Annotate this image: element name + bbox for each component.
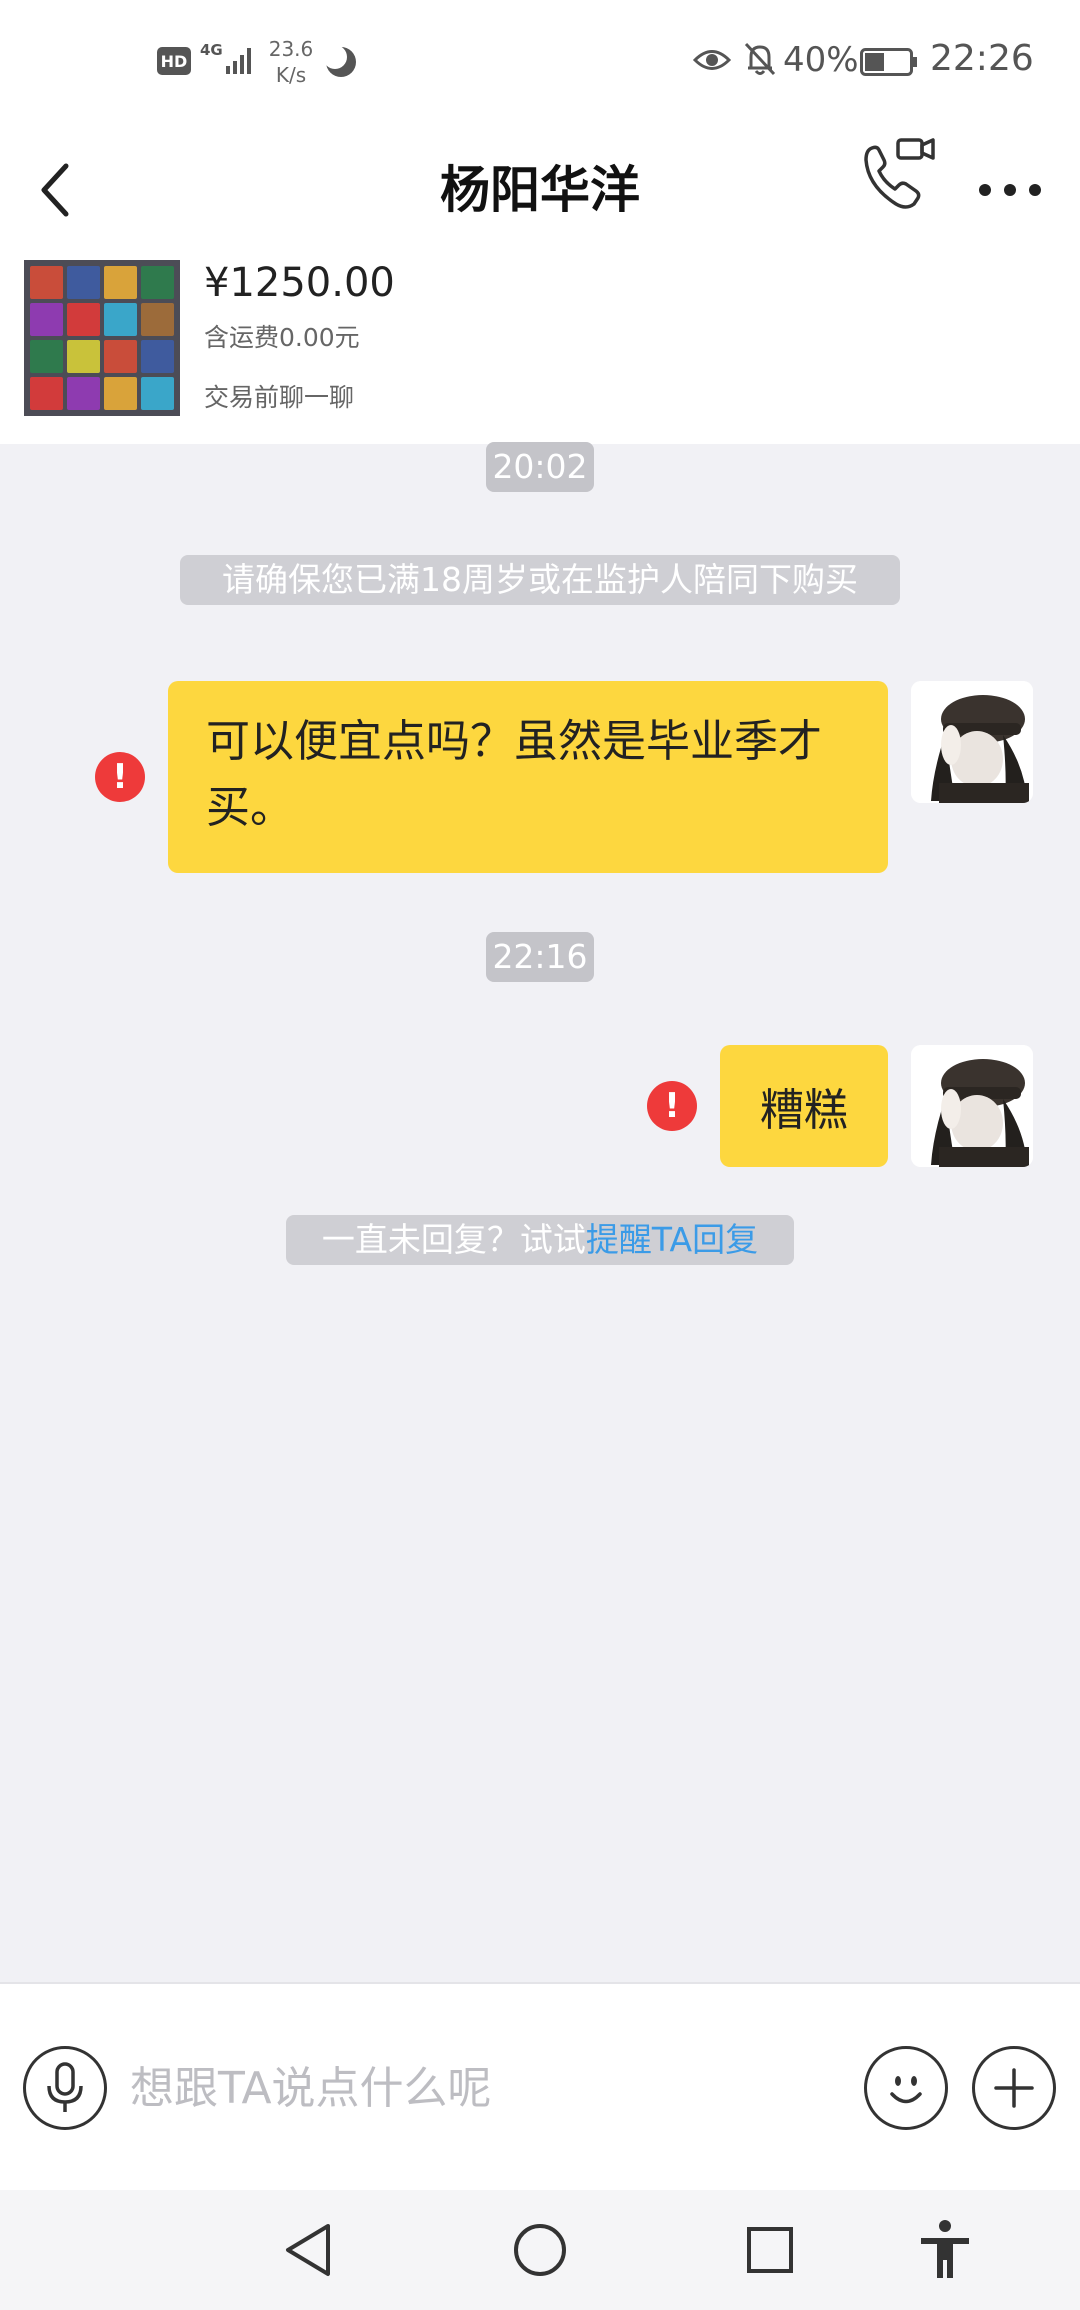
- avatar-image: [911, 681, 1033, 803]
- speed-unit: K/s: [275, 63, 307, 87]
- microphone-icon: [47, 2062, 83, 2112]
- message-bubble[interactable]: 糟糕: [720, 1045, 888, 1167]
- send-failed-icon[interactable]: !: [95, 752, 145, 802]
- input-bar: [0, 1982, 1080, 2190]
- square-recents-icon: [747, 2227, 793, 2273]
- timestamp: 20:02: [486, 442, 594, 492]
- product-price: ¥1250.00: [204, 260, 395, 306]
- reply-hint-text: 一直未回复？试试: [321, 1220, 586, 1259]
- message-bubble[interactable]: 可以便宜点吗？虽然是毕业季才买。: [168, 681, 888, 873]
- phone-video-icon: [864, 138, 935, 209]
- back-button[interactable]: [30, 140, 80, 240]
- bell-off-icon: [744, 42, 776, 76]
- chevron-left-icon: [41, 163, 69, 217]
- chat-header: 杨阳华洋: [0, 120, 1080, 260]
- emoji-button[interactable]: [864, 2046, 948, 2130]
- exclamation-icon: !: [664, 1086, 680, 1126]
- triangle-back-icon: [286, 2224, 330, 2276]
- battery-icon: [860, 48, 917, 76]
- moon-icon: [323, 45, 356, 77]
- accessibility-button[interactable]: [905, 2210, 985, 2290]
- more-dots-icon: [979, 184, 1041, 196]
- plus-icon: [994, 2068, 1034, 2108]
- chat-screen: HD 4G 23.6 K/s 40% 22:26 杨阳华洋 ¥1250.00 含…: [0, 0, 1080, 2310]
- nav-back-button[interactable]: [268, 2210, 348, 2290]
- nav-recents-button[interactable]: [730, 2210, 810, 2290]
- smiley-icon: [890, 2076, 922, 2104]
- avatar[interactable]: [911, 681, 1033, 803]
- network-type: 4G: [200, 41, 223, 59]
- age-notice: 请确保您已满18周岁或在监护人陪同下购买: [180, 555, 900, 605]
- more-button[interactable]: [970, 150, 1050, 230]
- voice-button[interactable]: [23, 2046, 107, 2130]
- call-button[interactable]: [858, 130, 938, 220]
- speed-value: 23.6: [268, 37, 314, 61]
- remind-reply-link[interactable]: 提醒TA回复: [586, 1220, 758, 1259]
- timestamp: 22:16: [486, 932, 594, 982]
- system-nav-bar: [0, 2190, 1080, 2310]
- reply-reminder-hint: 一直未回复？试试提醒TA回复: [286, 1215, 794, 1265]
- chat-before-trade: 交易前聊一聊: [204, 383, 355, 412]
- status-bar: HD 4G 23.6 K/s 40% 22:26: [0, 0, 1080, 120]
- accessibility-icon: [921, 2220, 969, 2278]
- product-thumbnail[interactable]: [24, 260, 180, 416]
- battery-percent: 40%: [783, 40, 859, 80]
- clock: 22:26: [930, 38, 1034, 79]
- network-speed: 23.6 K/s: [266, 36, 316, 88]
- send-failed-icon[interactable]: !: [647, 1081, 697, 1131]
- shipping-fee: 含运费0.00元: [204, 323, 360, 352]
- product-card[interactable]: ¥1250.00 含运费0.00元 交易前聊一聊: [0, 260, 1080, 444]
- circle-home-icon: [514, 2224, 566, 2276]
- avatar[interactable]: [911, 1045, 1033, 1167]
- message-input[interactable]: [130, 2050, 830, 2126]
- more-actions-button[interactable]: [972, 2046, 1056, 2130]
- exclamation-icon: !: [112, 757, 128, 797]
- signal-icon: [226, 48, 251, 74]
- hd-badge: HD: [157, 47, 191, 75]
- eye-icon: [693, 50, 731, 70]
- avatar-image: [911, 1045, 1033, 1167]
- nav-home-button[interactable]: [500, 2210, 580, 2290]
